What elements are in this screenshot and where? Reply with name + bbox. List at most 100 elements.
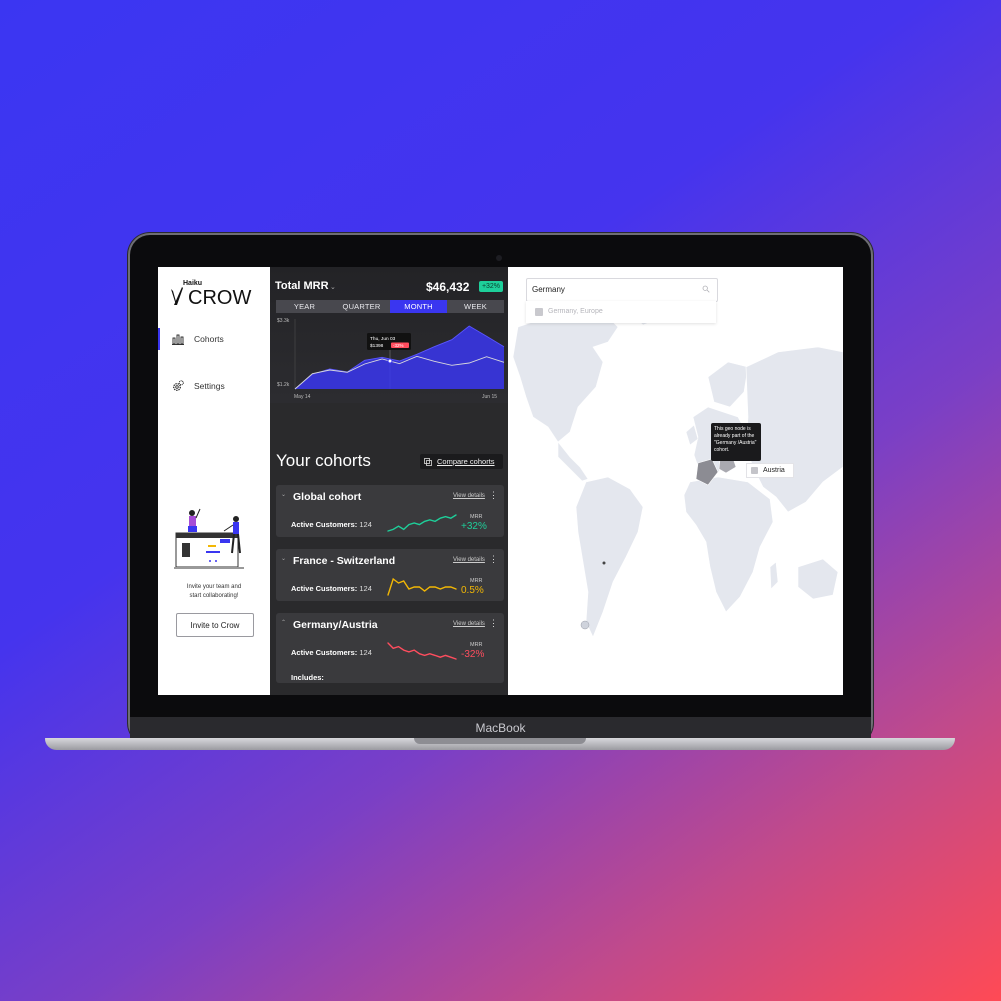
active-indicator	[158, 328, 160, 350]
active-customers: Active Customers: 124	[291, 520, 372, 529]
more-options-icon[interactable]: ⋮	[489, 618, 498, 629]
includes-label: Includes:	[291, 673, 324, 682]
world-map-shapes	[512, 281, 843, 638]
compare-cohorts-label: Compare cohorts	[437, 457, 495, 466]
chevron-down-icon[interactable]: ⌄	[281, 491, 286, 498]
crow-mark-icon	[171, 287, 183, 305]
search-suggestion[interactable]: Germany, Europe	[526, 301, 716, 323]
tooltip-value: $1398	[370, 343, 384, 349]
active-customers-count: 124	[359, 520, 372, 529]
view-details-link[interactable]: View details	[453, 557, 485, 563]
more-options-icon[interactable]: ⋮	[489, 490, 498, 501]
logo-haiku-text: Haiku	[183, 280, 203, 287]
cohort-sparkline	[387, 642, 457, 660]
cohort-name: Global cohort	[293, 491, 362, 503]
mrr-label: MRR	[470, 642, 483, 648]
y-tick-label: $3.3k	[277, 318, 290, 324]
sidebar: Haiku CROW Cohorts Settings Invite your …	[158, 267, 270, 695]
mrr-title[interactable]: Total MRR	[275, 280, 329, 292]
camera-icon	[496, 255, 502, 261]
tab-year[interactable]: YEAR	[276, 300, 333, 313]
invite-text-line: start collaborating!	[189, 593, 239, 599]
austria-label: Austria	[763, 467, 785, 474]
geo-node-tooltip: This geo node is already part of the "Ge…	[711, 423, 761, 461]
bar-chart-icon	[172, 334, 184, 345]
chevron-down-icon[interactable]: ⌄	[330, 283, 336, 291]
cohort-name: France - Switzerland	[293, 555, 396, 567]
chevron-down-icon[interactable]: ⌄	[281, 555, 286, 562]
austria-checkbox[interactable]	[751, 467, 758, 474]
sparkline-path	[387, 514, 457, 532]
crow-logo[interactable]: Haiku CROW	[170, 279, 251, 309]
invite-text-line: Invite your team and	[186, 584, 242, 590]
team-illustration	[174, 508, 244, 569]
tab-month[interactable]: MONTH	[390, 300, 447, 313]
chart-tooltip: Thu, Jun 03 $1398 -32%	[367, 333, 411, 350]
view-details-link[interactable]: View details	[453, 493, 485, 499]
south-america-shape	[575, 476, 644, 638]
mrr-area-chart[interactable]: $3.3k $1.2k May 14 Jun 15 Thu, Jun 03 $1…	[270, 313, 508, 403]
madagascar-shape	[769, 561, 779, 590]
cohort-card-france-switzerland[interactable]: ⌄ France - Switzerland View details ⋮ Ac…	[276, 549, 504, 601]
mrr-change-badge: +32%	[479, 281, 503, 292]
x-tick-label: May 14	[294, 394, 311, 400]
sidebar-item-cohorts[interactable]: Cohorts	[158, 328, 270, 350]
map-marker-icon[interactable]	[602, 561, 606, 565]
active-customers-label: Active Customers:	[291, 520, 358, 529]
gears-icon	[173, 380, 184, 391]
cohort-mrr-value: +32%	[461, 521, 487, 532]
suggestion-text: Germany, Europe	[548, 308, 603, 315]
tab-week[interactable]: WEEK	[447, 300, 504, 313]
sparkline-path	[387, 577, 457, 596]
active-customers-label: Active Customers:	[291, 584, 358, 593]
suggestion-checkbox[interactable]	[535, 308, 543, 316]
sidebar-item-label: Cohorts	[194, 334, 224, 344]
active-customers-label: Active Customers:	[291, 648, 358, 657]
scandinavia-shape	[707, 361, 749, 408]
active-customers: Active Customers: 124	[291, 584, 372, 593]
search-icon[interactable]	[702, 285, 710, 293]
sidebar-item-settings[interactable]: Settings	[158, 375, 270, 397]
active-customers: Active Customers: 124	[291, 648, 372, 657]
search-value: Germany	[532, 285, 565, 294]
austria-chip[interactable]: Austria	[746, 463, 794, 478]
cohort-sparkline	[387, 577, 457, 596]
compare-cohorts-button[interactable]: Compare cohorts	[420, 454, 503, 469]
search-input[interactable]: Germany	[526, 278, 718, 302]
period-tabs: YEAR QUARTER MONTH WEEK	[276, 300, 504, 313]
cohort-name: Germany/Austria	[293, 619, 378, 631]
mrr-value: $46,432	[426, 280, 470, 294]
sparkline-path	[387, 642, 457, 660]
cohort-panel: Total MRR ⌄ $46,432 +32% YEAR QUARTER MO…	[270, 267, 508, 695]
map-marker-icon[interactable]	[580, 620, 590, 630]
africa-shape	[683, 476, 774, 613]
cohort-card-global[interactable]: ⌄ Global cohort View details ⋮ Active Cu…	[276, 485, 504, 537]
macbook-label: MacBook	[475, 721, 526, 735]
central-america-shape	[557, 441, 589, 482]
cohorts-title: Your cohorts	[276, 451, 371, 470]
tooltip-date: Thu, Jun 03	[370, 336, 396, 342]
active-customers-count: 124	[359, 584, 372, 593]
mrr-label: MRR	[470, 514, 483, 520]
tooltip-badge: -32%	[393, 343, 404, 348]
north-america-shape	[512, 311, 619, 443]
tab-quarter[interactable]: QUARTER	[333, 300, 390, 313]
cohort-mrr-value: 0.5%	[461, 585, 484, 596]
invite-text: Invite your team and start collaborating…	[158, 583, 270, 601]
world-map[interactable]: Germany Germany, Europe This geo node is…	[508, 267, 843, 695]
active-customers-count: 124	[359, 648, 372, 657]
chevron-up-icon[interactable]: ⌃	[281, 619, 286, 626]
more-options-icon[interactable]: ⋮	[489, 554, 498, 565]
compare-icon	[424, 457, 432, 466]
mrr-chart-card: Total MRR ⌄ $46,432 +32% YEAR QUARTER MO…	[270, 267, 508, 403]
australia-shape	[797, 558, 839, 600]
cohort-mrr-value: -32%	[461, 649, 485, 660]
mrr-label: MRR	[470, 578, 483, 584]
view-details-link[interactable]: View details	[453, 621, 485, 627]
cohort-card-germany-austria[interactable]: ⌃ Germany/Austria View details ⋮ Active …	[276, 613, 504, 683]
app-screen: Haiku CROW Cohorts Settings Invite your …	[158, 267, 843, 695]
laptop-notch	[414, 738, 586, 744]
hover-point	[387, 358, 393, 364]
invite-button[interactable]: Invite to Crow	[176, 613, 254, 637]
cohort-sparkline	[387, 514, 457, 532]
